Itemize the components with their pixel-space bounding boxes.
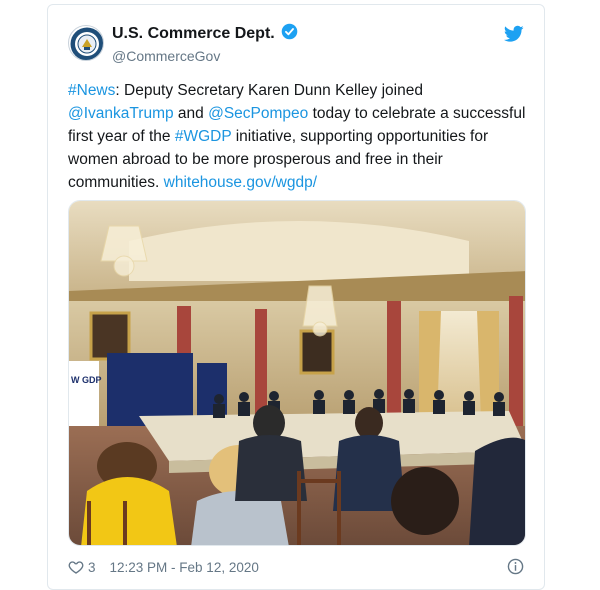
tweet-header: U.S. Commerce Dept. @CommerceGov bbox=[68, 23, 524, 67]
heart-icon[interactable] bbox=[68, 559, 84, 575]
verified-badge-icon bbox=[281, 23, 298, 45]
like-count[interactable]: 3 bbox=[88, 560, 96, 575]
tweet-card[interactable]: U.S. Commerce Dept. @CommerceGov #News: … bbox=[47, 4, 545, 590]
commerce-seal-avatar[interactable] bbox=[68, 25, 104, 61]
twitter-bird-icon[interactable] bbox=[503, 25, 524, 43]
wgdp-banner-text: W GDP bbox=[71, 375, 102, 385]
tweet-text: #News: Deputy Secretary Karen Dunn Kelle… bbox=[68, 79, 530, 194]
mention-secpompeo-link[interactable]: @SecPompeo bbox=[208, 105, 308, 122]
mention-ivankatrump-link[interactable]: @IvankaTrump bbox=[68, 105, 174, 122]
tweet-text-part-1: : Deputy Secretary Karen Dunn Kelley joi… bbox=[115, 82, 423, 99]
author-display-name[interactable]: U.S. Commerce Dept. bbox=[112, 25, 275, 43]
whitehouse-url-link[interactable]: whitehouse.gov/wgdp/ bbox=[164, 174, 317, 191]
author-names: U.S. Commerce Dept. @CommerceGov bbox=[112, 23, 298, 64]
tweet-photo[interactable]: W GDP bbox=[68, 200, 526, 546]
tweet-timestamp[interactable]: 12:23 PM - Feb 12, 2020 bbox=[110, 560, 259, 575]
tweet-footer: 3 12:23 PM - Feb 12, 2020 bbox=[68, 555, 524, 579]
author-display-name-row[interactable]: U.S. Commerce Dept. bbox=[112, 23, 298, 45]
tweet-text-part-2: and bbox=[173, 105, 209, 122]
hashtag-news-link[interactable]: #News bbox=[68, 82, 115, 99]
hashtag-wgdp-link[interactable]: #WGDP bbox=[175, 128, 232, 145]
info-icon[interactable] bbox=[507, 558, 524, 575]
author-handle[interactable]: @CommerceGov bbox=[112, 48, 298, 64]
